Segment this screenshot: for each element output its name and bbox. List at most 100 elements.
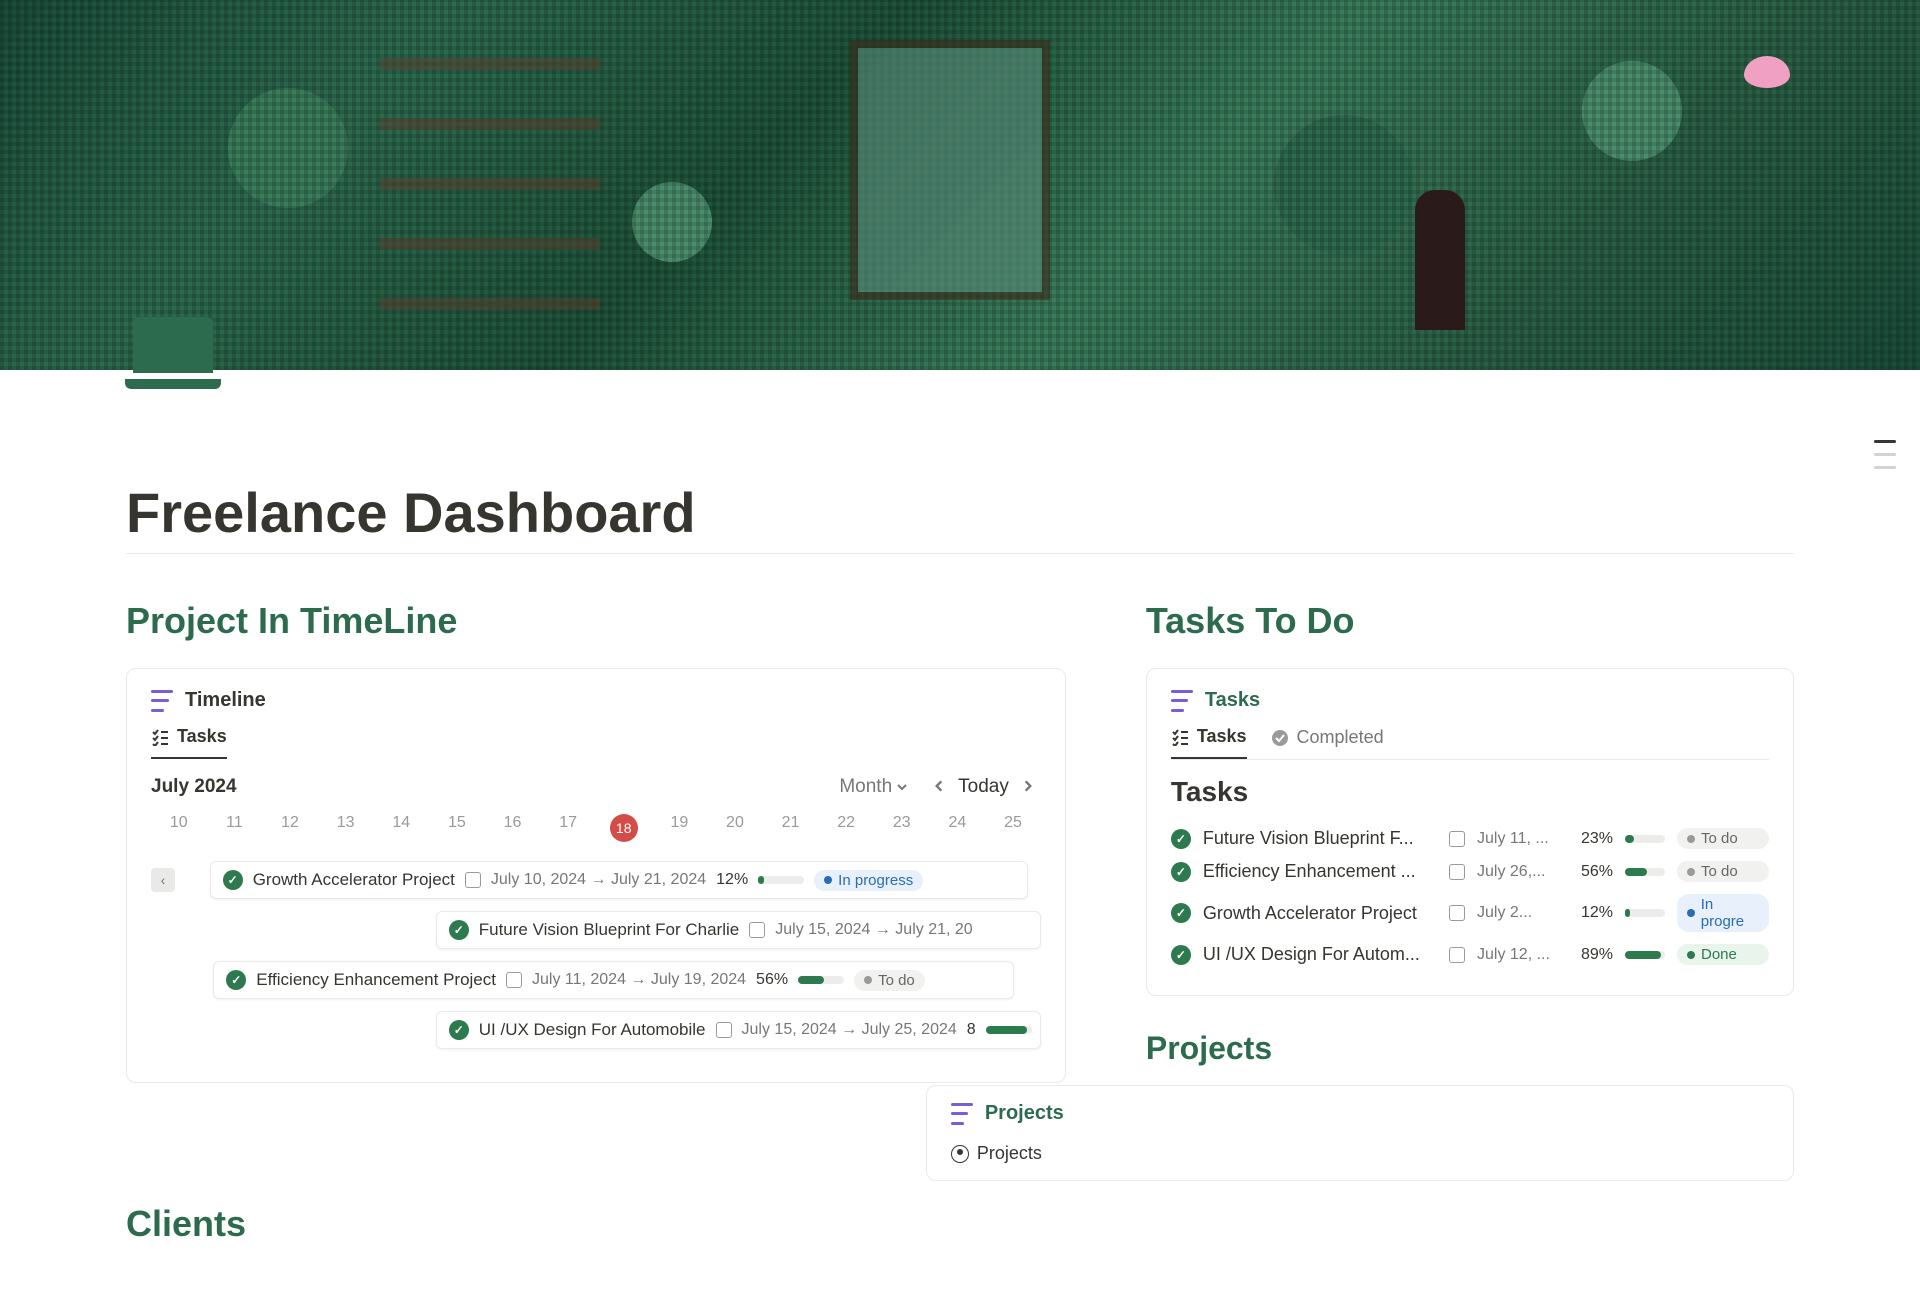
task-row[interactable]: Efficiency Enhancement ...July 26,...56%… (1171, 855, 1769, 888)
timeline-day: 10 (151, 810, 207, 846)
status-pill: To do (1677, 828, 1769, 849)
open-icon (506, 972, 522, 988)
section-timeline-heading: Project In TimeLine (126, 600, 1066, 642)
chevron-right-icon (1021, 779, 1035, 793)
checklist-icon (1171, 728, 1189, 746)
task-date: July 12, ... (1477, 946, 1557, 964)
check-icon (449, 920, 469, 940)
tasks-card: Tasks Tasks Completed (1146, 668, 1794, 996)
task-list: Future Vision Blueprint F...July 11, ...… (1171, 822, 1769, 971)
timeline-day: 24 (930, 810, 986, 846)
task-pct: 23% (1569, 830, 1613, 848)
timeline-bar[interactable]: Future Vision Blueprint For Charlie July … (436, 911, 1041, 949)
task-pct: 89% (1569, 946, 1613, 964)
task-row[interactable]: Growth Accelerator ProjectJuly 2...12%In… (1171, 888, 1769, 938)
timeline-bar-date: July 15, 2024 → July 25, 2024 (742, 1021, 957, 1039)
timeline-bar-pct: 56% (756, 971, 788, 989)
projects-tab[interactable]: Projects (951, 1137, 1769, 1164)
task-row[interactable]: Future Vision Blueprint F...July 11, ...… (1171, 822, 1769, 855)
timeline-day: 20 (707, 810, 763, 846)
timeline-collapse[interactable]: ‹ (151, 868, 175, 892)
timeline-bar-title: Future Vision Blueprint For Charlie (479, 920, 739, 940)
timeline-month-label: July 2024 (151, 776, 237, 798)
timeline-bar-title: Growth Accelerator Project (253, 870, 455, 890)
section-clients-heading: Clients (126, 1203, 1066, 1245)
timeline-bar[interactable]: Efficiency Enhancement ProjectJuly 11, 2… (213, 961, 1014, 999)
timeline-card: Timeline Tasks July 2024 Month (126, 668, 1066, 1083)
task-title: UI /UX Design For Autom... (1203, 944, 1437, 965)
laptop-icon (133, 317, 213, 373)
timeline-tab-tasks[interactable]: Tasks (151, 726, 227, 759)
check-icon (226, 970, 246, 990)
timeline-card-title[interactable]: Timeline (185, 689, 266, 712)
open-icon (749, 922, 765, 938)
tasks-tab-tasks[interactable]: Tasks (1171, 726, 1247, 759)
check-icon (223, 870, 243, 890)
task-row[interactable]: UI /UX Design For Autom... July 12, ... 89… (1171, 938, 1769, 971)
progress-bar (1625, 909, 1665, 917)
cover-fish (1744, 56, 1790, 88)
person-icon (951, 1145, 969, 1163)
timeline-scale-select[interactable]: Month (839, 776, 908, 798)
timeline-row: Efficiency Enhancement ProjectJuly 11, 2… (151, 958, 1041, 1002)
progress-bar (1625, 951, 1665, 959)
progress-bar (1625, 835, 1665, 843)
timeline-day-header: 10111213141516171819202122232425 (151, 810, 1041, 846)
timeline-next[interactable] (1015, 777, 1041, 798)
section-projects-heading: Projects (1146, 1030, 1794, 1067)
timeline-tab-label: Tasks (177, 726, 227, 747)
projects-card: Projects Projects (926, 1085, 1794, 1181)
task-title: Growth Accelerator Project (1203, 903, 1437, 924)
check-icon (1171, 829, 1191, 849)
timeline-day: 16 (485, 810, 541, 846)
timeline-day-current: 18 (610, 814, 638, 842)
timeline-day: 23 (874, 810, 930, 846)
tasks-heading: Tasks (1171, 776, 1769, 808)
timeline-bar[interactable]: UI /UX Design For AutomobileJuly 15, 202… (436, 1011, 1041, 1049)
check-icon (449, 1020, 469, 1040)
timeline-today-button[interactable]: Today (958, 776, 1009, 798)
timeline-bar-pct: 12% (716, 871, 748, 889)
timeline-day: 25 (985, 810, 1041, 846)
task-title: Future Vision Blueprint F... (1203, 828, 1437, 849)
projects-card-title[interactable]: Projects (985, 1102, 1064, 1125)
page-icon-laptop[interactable] (128, 304, 218, 394)
timeline-bar[interactable]: Growth Accelerator Project July 10, 2024 … (210, 861, 1029, 899)
progress-bar (1625, 868, 1665, 876)
progress-bar (758, 876, 804, 884)
open-icon (716, 1022, 732, 1038)
timeline-row: UI /UX Design For AutomobileJuly 15, 202… (151, 1008, 1041, 1052)
page-title[interactable]: Freelance Dashboard (126, 480, 1794, 545)
timeline-day: 18 (596, 810, 652, 846)
cover-image (0, 0, 1920, 370)
status-pill: In progre (1677, 894, 1769, 932)
status-pill: To do (1677, 861, 1769, 882)
timeline-bar-date: July 10, 2024 → July 21, 2024 (491, 871, 706, 889)
outline-indicator[interactable] (1874, 440, 1896, 469)
chevron-down-icon (896, 781, 908, 793)
timeline-bar-date: July 11, 2024 → July 19, 2024 (532, 971, 746, 989)
timeline-day: 12 (262, 810, 318, 846)
open-icon (1449, 905, 1465, 921)
cover-window (850, 40, 1050, 300)
timeline-day: 21 (763, 810, 819, 846)
timeline-day: 17 (540, 810, 596, 846)
timeline-day: 14 (373, 810, 429, 846)
timeline-day: 11 (207, 810, 263, 846)
check-circle-icon (1271, 729, 1289, 747)
timeline-bar-pct: 8 (967, 1021, 976, 1039)
cover-shelf (380, 30, 600, 310)
database-icon (1171, 690, 1193, 712)
open-icon (1449, 831, 1465, 847)
open-icon (1449, 947, 1465, 963)
timeline-bar-date: July 15, 2024 → July 21, 20 (775, 921, 972, 939)
timeline-prev[interactable] (926, 777, 952, 798)
tasks-tab-completed[interactable]: Completed (1271, 727, 1384, 758)
tasks-card-title[interactable]: Tasks (1205, 689, 1260, 712)
status-pill: In progress (814, 870, 923, 891)
check-icon (1171, 903, 1191, 923)
task-title: Efficiency Enhancement ... (1203, 861, 1437, 882)
chevron-left-icon (932, 779, 946, 793)
timeline-day: 19 (652, 810, 708, 846)
divider (126, 553, 1794, 554)
